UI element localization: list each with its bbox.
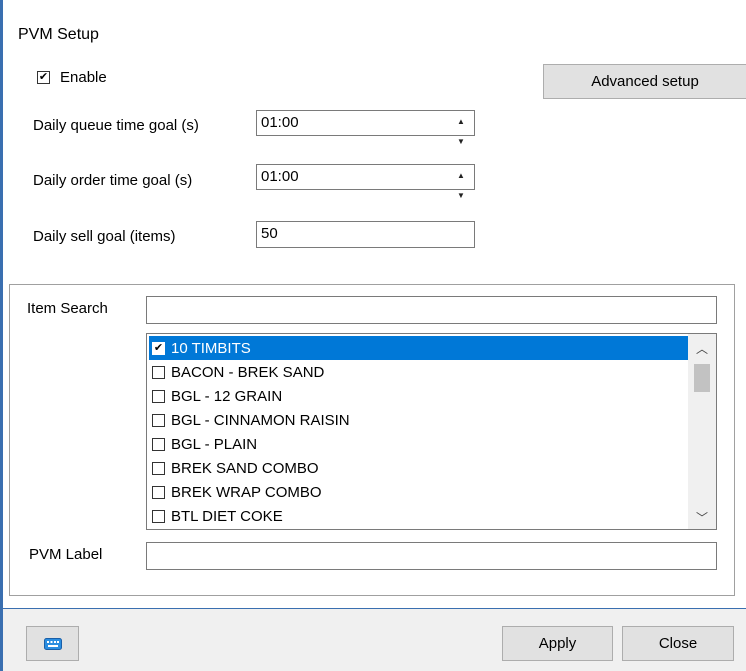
list-item[interactable]: BGL - CINNAMON RAISIN [149, 408, 689, 432]
enable-label: Enable [60, 69, 107, 86]
item-checkbox[interactable]: ✔ [152, 341, 165, 355]
item-label: BTL DIET COKE [171, 507, 283, 525]
spin-up-icon[interactable]: ▲ [449, 166, 473, 186]
order-goal-value: 01:00 [261, 168, 299, 185]
dialog-title: PVM Setup [18, 26, 99, 43]
item-label: 10 TIMBITS [171, 339, 251, 357]
keyboard-icon [43, 637, 62, 650]
list-item[interactable]: BGL - PLAIN [149, 432, 689, 456]
list-scrollbar[interactable]: ︿ ﹀ [688, 334, 716, 529]
queue-goal-stepper[interactable]: 01:00 ▲ ▼ [256, 110, 475, 146]
order-goal-stepper[interactable]: 01:00 ▲ ▼ [256, 164, 475, 200]
pvm-label-input[interactable] [146, 542, 717, 570]
order-goal-spin[interactable]: ▲ ▼ [449, 166, 473, 200]
apply-button[interactable]: Apply [502, 626, 613, 661]
item-checkbox[interactable] [152, 413, 165, 427]
advanced-setup-button[interactable]: Advanced setup [543, 64, 746, 99]
order-goal-label: Daily order time goal (s) [33, 172, 193, 189]
item-search-input[interactable] [146, 296, 717, 324]
item-checkbox[interactable] [152, 461, 165, 475]
item-checkbox[interactable] [152, 485, 165, 499]
item-label: BGL - CINNAMON RAISIN [171, 411, 350, 429]
queue-goal-spin[interactable]: ▲ ▼ [449, 112, 473, 146]
scroll-down-icon[interactable]: ﹀ [688, 505, 716, 529]
queue-goal-value: 01:00 [261, 114, 299, 131]
spin-down-icon[interactable]: ▼ [449, 132, 473, 152]
item-label: BREK WRAP COMBO [171, 483, 322, 501]
item-checkbox[interactable] [152, 365, 165, 379]
close-button[interactable]: Close [622, 626, 734, 661]
list-item[interactable]: BREK WRAP COMBO [149, 480, 689, 504]
list-item[interactable]: BGL - 12 GRAIN [149, 384, 689, 408]
window-left-border [0, 0, 3, 671]
pvm-label-label: PVM Label [29, 546, 103, 563]
list-item[interactable]: ✔ 10 TIMBITS [149, 336, 689, 360]
queue-goal-label: Daily queue time goal (s) [33, 117, 199, 134]
item-checklist[interactable]: ✔ 10 TIMBITS BACON - BREK SAND BGL - 12 … [146, 333, 717, 530]
item-checkbox[interactable] [152, 509, 165, 523]
item-checkbox[interactable] [152, 437, 165, 451]
item-label: BGL - 12 GRAIN [171, 387, 283, 405]
list-item[interactable]: BACON - BREK SAND [149, 360, 689, 384]
item-search-label: Item Search [27, 300, 108, 317]
item-checkbox[interactable] [152, 389, 165, 403]
item-label: BGL - PLAIN [171, 435, 258, 453]
enable-checkbox[interactable]: ✔ Enable [37, 69, 107, 86]
list-item[interactable]: BTL DIET COKE [149, 504, 689, 528]
enable-check-box[interactable]: ✔ [37, 71, 50, 84]
spin-down-icon[interactable]: ▼ [449, 186, 473, 206]
sell-goal-label: Daily sell goal (items) [33, 228, 176, 245]
sell-goal-input[interactable]: 50 [256, 221, 475, 248]
scrollbar-thumb[interactable] [694, 364, 710, 392]
spin-up-icon[interactable]: ▲ [449, 112, 473, 132]
scroll-up-icon[interactable]: ︿ [688, 336, 716, 360]
item-label: BREK SAND COMBO [171, 459, 319, 477]
footer-separator [3, 608, 746, 609]
item-label: BACON - BREK SAND [171, 363, 325, 381]
list-item[interactable]: BREK SAND COMBO [149, 456, 689, 480]
keyboard-button[interactable] [26, 626, 79, 661]
